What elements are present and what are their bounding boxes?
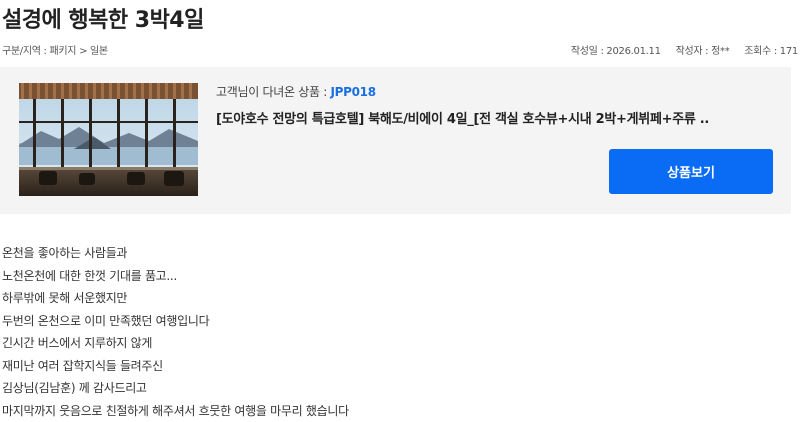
body-line: 두번의 온천으로 이미 만족했던 여행입니다 <box>2 310 792 333</box>
post-date: 작성일 : 2026.01.11 <box>571 46 661 57</box>
body-line: 하루밖에 못해 서운했지만 <box>2 287 792 310</box>
post-title: 설경에 행복한 3박4일 <box>2 2 204 34</box>
body-line: 온천을 좋아하는 사람들과 <box>2 242 792 265</box>
body-line: 긴시간 버스에서 지루하지 않게 <box>2 332 792 355</box>
post-info: 작성일 : 2026.01.11 작성자 : 정** 조회수 : 171 <box>571 42 798 57</box>
view-product-button[interactable]: 상품보기 <box>609 149 773 194</box>
post-views: 조회수 : 171 <box>744 46 798 57</box>
post-meta: 구분/지역 : 패키지 > 일본 작성일 : 2026.01.11 작성자 : … <box>0 42 800 60</box>
post-category: 구분/지역 : 패키지 > 일본 <box>2 42 108 57</box>
visited-product-label: 고객님이 다녀온 상품 : JPP018 <box>216 83 376 100</box>
body-line: 노천온천에 대한 한껏 기대를 품고... <box>2 265 792 288</box>
product-code: JPP018 <box>330 85 375 99</box>
product-thumbnail[interactable] <box>19 83 198 196</box>
body-line: 마지막까지 웃음으로 친절하게 해주셔서 흐뭇한 여행을 마무리 했습니다 <box>2 400 792 422</box>
product-name-link[interactable]: [도야호수 전망의 특급호텔] 북해도/비에이 4일_[전 객실 호수뷰+시내 … <box>216 108 776 127</box>
product-card: 고객님이 다녀온 상품 : JPP018 [도야호수 전망의 특급호텔] 북해도… <box>0 67 791 214</box>
body-line: 재미난 여러 잡학지식들 들려주신 <box>2 355 792 378</box>
visited-label: 고객님이 다녀온 상품 : <box>216 85 330 99</box>
body-line: 김상님(김남훈) 께 감사드리고 <box>2 377 792 400</box>
post-body: 온천을 좋아하는 사람들과 노천온천에 대한 한껏 기대를 품고... 하루밖에… <box>2 242 792 422</box>
post-author: 작성자 : 정** <box>676 46 730 57</box>
